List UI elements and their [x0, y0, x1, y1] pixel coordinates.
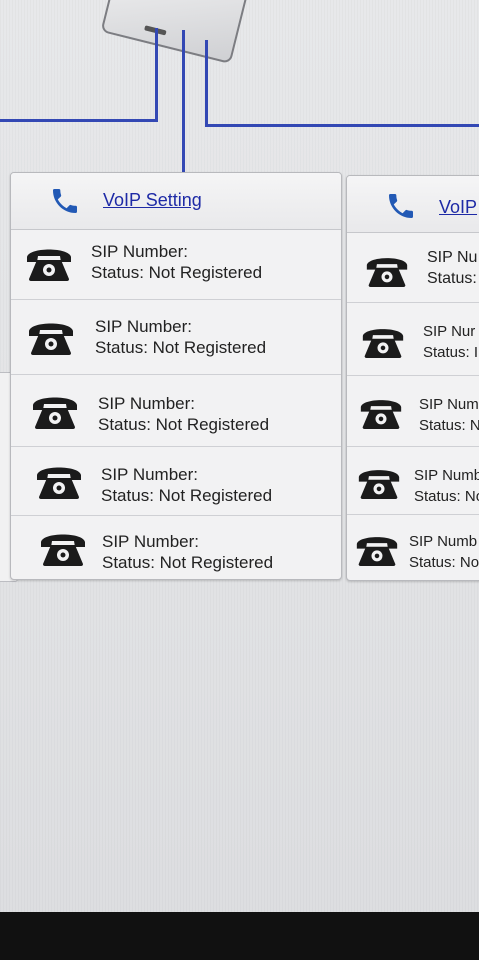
- handset-icon: [389, 194, 413, 218]
- phone-icon: [366, 258, 408, 287]
- wire-right-horizontal: [205, 124, 479, 127]
- wire-left-horizontal: [0, 119, 158, 122]
- phone-icon: [362, 329, 404, 358]
- registration-status: Status: No: [409, 554, 479, 571]
- registration-status: Status: No: [414, 488, 479, 505]
- sip-row-5[interactable]: SIP Numb Status: No: [347, 515, 479, 580]
- registration-status: Status:: [427, 270, 477, 287]
- phone-icon: [29, 323, 73, 355]
- registration-status: Status: Not Registered: [101, 486, 273, 505]
- sip-info: SIP Nu Status:: [427, 247, 477, 289]
- monitor-bezel: [0, 912, 479, 960]
- sip-number-label: SIP Nur: [423, 323, 476, 340]
- sip-info: SIP Nur Status: I: [423, 321, 478, 363]
- phone-icon: [356, 537, 398, 566]
- sip-number-label: SIP Number:: [91, 242, 189, 261]
- sip-row-4[interactable]: SIP Numb Status: No: [347, 447, 479, 515]
- panel-header: VoIP: [347, 176, 479, 233]
- registration-status: Status: I: [423, 344, 479, 361]
- sip-info: SIP Number: Status: Not Registered: [102, 531, 273, 573]
- sip-info: SIP Number: Status: Not Registered: [95, 316, 266, 358]
- registration-status: Status: Not Registered: [91, 263, 263, 282]
- sip-info: SIP Num Status: N: [419, 394, 479, 436]
- phone-icon: [33, 397, 77, 429]
- sip-info: SIP Numb Status: No: [414, 465, 479, 507]
- sip-row-2[interactable]: SIP Number: Status: Not Registered: [11, 300, 341, 375]
- wire-center-vertical: [182, 30, 185, 172]
- sip-info: SIP Number: Status: Not Registered: [98, 393, 269, 435]
- sip-number-label: SIP Number:: [101, 465, 199, 484]
- sip-info: SIP Number: Status: Not Registered: [101, 464, 272, 506]
- sip-row-1[interactable]: SIP Number: Status: Not Registered: [11, 229, 341, 300]
- sip-row-3[interactable]: SIP Num Status: N: [347, 376, 479, 447]
- phone-icon: [41, 534, 85, 566]
- voip-panel-2: VoIP SIP Nu Status: SIP Nur Status: I SI…: [346, 175, 479, 581]
- sip-row-3[interactable]: SIP Number: Status: Not Registered: [11, 375, 341, 447]
- registration-status: Status: Not Registered: [95, 338, 267, 357]
- sip-number-label: SIP Number:: [95, 317, 193, 336]
- router-device-icon[interactable]: [100, 0, 250, 65]
- wire-right-vertical: [205, 40, 208, 127]
- sip-number-label: SIP Numb: [409, 533, 478, 550]
- registration-status: Status: N: [419, 417, 479, 434]
- voip-setting-link[interactable]: VoIP: [439, 197, 477, 218]
- handset-icon: [53, 189, 77, 213]
- phone-icon: [37, 467, 81, 499]
- sip-row-5[interactable]: SIP Number: Status: Not Registered: [11, 516, 341, 579]
- sip-row-2[interactable]: SIP Nur Status: I: [347, 303, 479, 376]
- sip-row-4[interactable]: SIP Number: Status: Not Registered: [11, 447, 341, 516]
- sip-info: SIP Number: Status: Not Registered: [91, 241, 262, 283]
- sip-info: SIP Numb Status: No: [409, 531, 479, 573]
- sip-number-label: SIP Number:: [98, 394, 196, 413]
- sip-number-label: SIP Num: [419, 396, 479, 413]
- sip-number-label: SIP Nu: [427, 249, 478, 266]
- registration-status: Status: Not Registered: [98, 415, 270, 434]
- voip-setting-link[interactable]: VoIP Setting: [103, 190, 202, 211]
- sip-row-1[interactable]: SIP Nu Status:: [347, 232, 479, 303]
- registration-status: Status: Not Registered: [102, 553, 274, 572]
- sip-number-label: SIP Number:: [102, 532, 200, 551]
- voip-panel-1: VoIP Setting SIP Number: Status: Not Reg…: [10, 172, 342, 580]
- sip-number-label: SIP Numb: [414, 467, 479, 484]
- phone-icon: [358, 470, 400, 499]
- phone-icon: [27, 249, 71, 281]
- phone-icon: [360, 400, 402, 429]
- panel-header: VoIP Setting: [11, 173, 341, 230]
- wire-left-vertical: [155, 28, 158, 122]
